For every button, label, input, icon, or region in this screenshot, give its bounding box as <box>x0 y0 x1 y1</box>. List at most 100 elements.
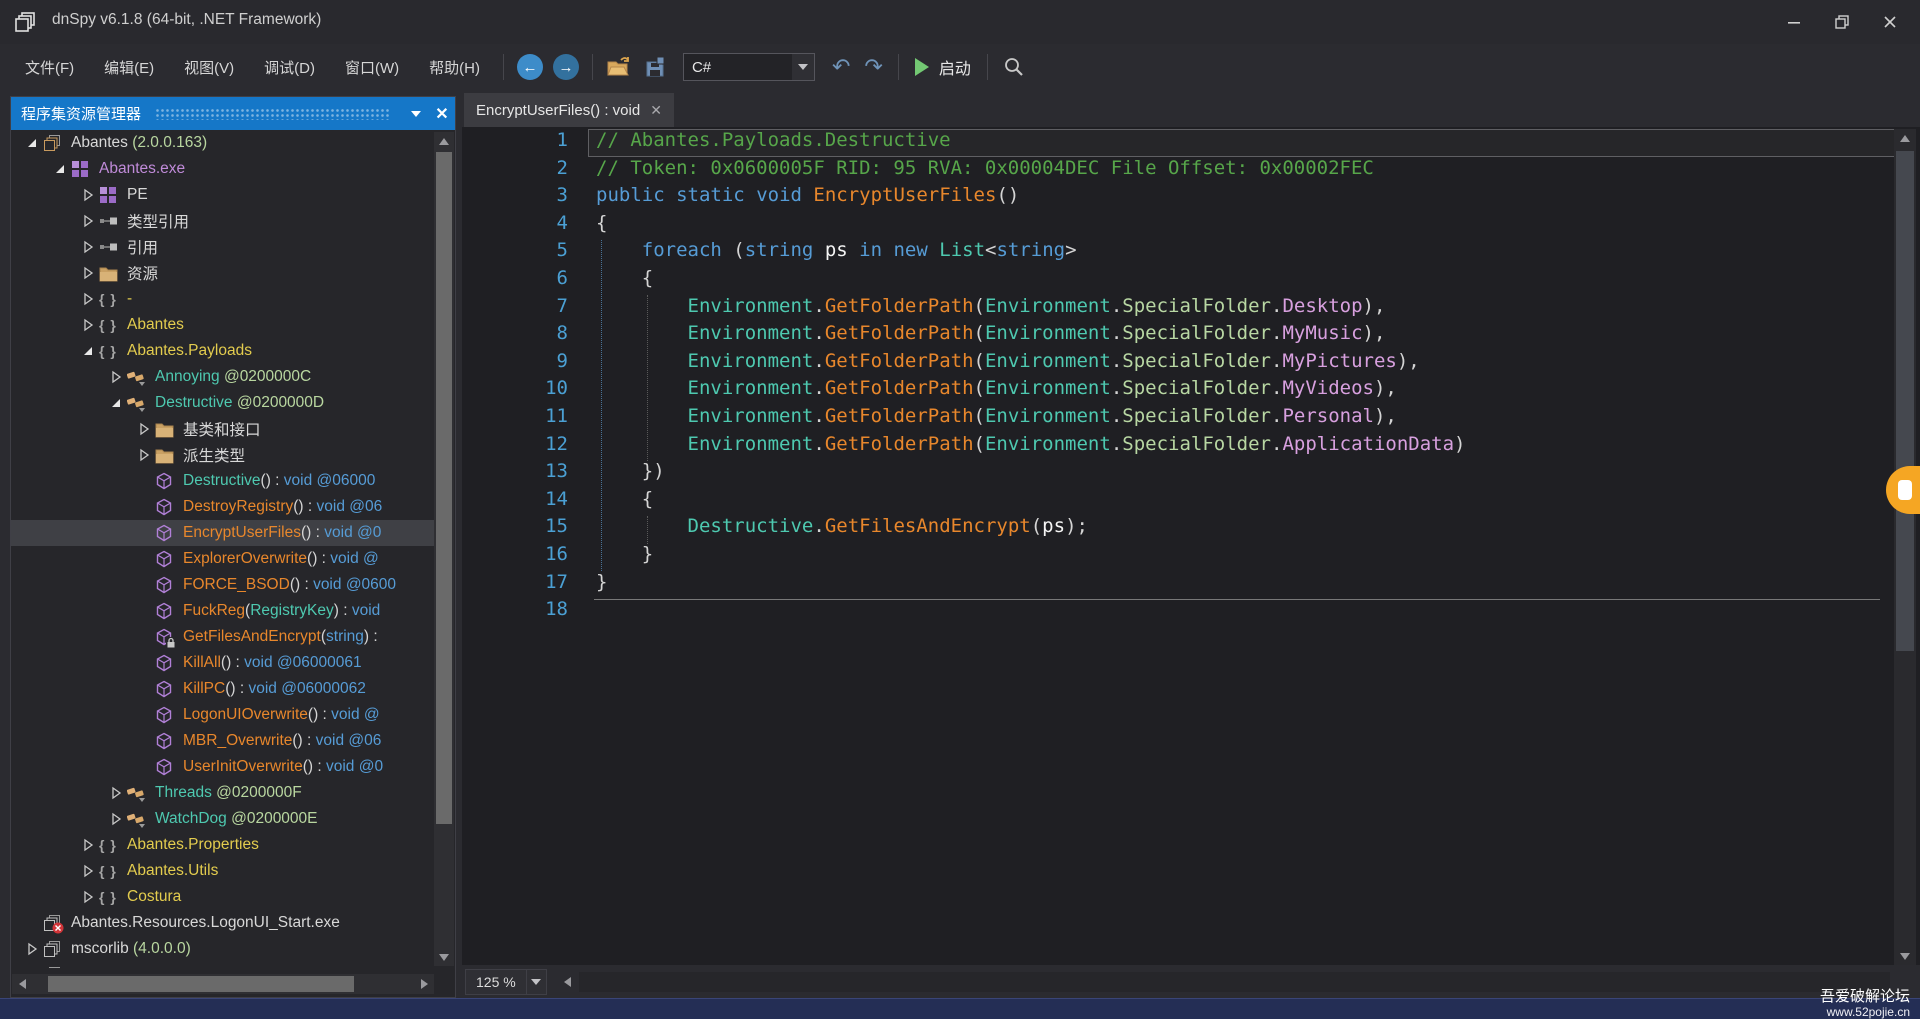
expand-icon[interactable] <box>77 292 99 306</box>
tree-item-mbr-overwrite[interactable]: MBR_Overwrite() : void @06 <box>11 728 435 754</box>
tree-item-abantes-properties[interactable]: { }Abantes.Properties <box>11 832 435 858</box>
code-line-12[interactable]: 12 Environment.GetFolderPath(Environment… <box>462 433 1886 461</box>
scroll-down-icon[interactable] <box>1894 947 1916 965</box>
minimize-button[interactable] <box>1770 0 1818 44</box>
expand-icon[interactable] <box>105 370 127 384</box>
tree-item-killpc[interactable]: KillPC() : void @06000062 <box>11 676 435 702</box>
navigate-back-icon[interactable]: ← <box>517 54 543 80</box>
tree-item-exploreroverwrite[interactable]: ExplorerOverwrite() : void @ <box>11 546 435 572</box>
tree-item-pe[interactable]: PE <box>11 182 435 208</box>
code-vscroll-thumb[interactable] <box>1896 151 1914 651</box>
tree-item-destructive[interactable]: Destructive() : void @06000 <box>11 468 435 494</box>
undo-icon[interactable]: ↶ <box>832 55 850 80</box>
expand-icon[interactable] <box>77 266 99 280</box>
tree-item-fuckreg[interactable]: FuckReg(RegistryKey) : void <box>11 598 435 624</box>
tree-item-encryptuserfiles[interactable]: EncryptUserFiles() : void @0 <box>11 520 435 546</box>
code-line-3[interactable]: 3public static void EncryptUserFiles() <box>462 184 1886 212</box>
tree-item-mscorlib[interactable]: mscorlib (4.0.0.0) <box>11 936 435 962</box>
tree-item-watchdog[interactable]: WatchDog @0200000E <box>11 806 435 832</box>
menu-h[interactable]: 帮助(H) <box>414 51 495 84</box>
expand-icon[interactable] <box>77 864 99 878</box>
tree-item-row[interactable]: { }- <box>11 286 435 312</box>
panel-menu-icon[interactable] <box>403 97 429 130</box>
tab-encryptuserfiles[interactable]: EncryptUserFiles() : void ✕ <box>464 93 674 127</box>
code-line-5[interactable]: 5 foreach (string ps in new List<string> <box>462 239 1886 267</box>
tree-item-threads[interactable]: Threads @0200000F <box>11 780 435 806</box>
code-line-16[interactable]: 16 } <box>462 543 1886 571</box>
code-line-17[interactable]: 17} <box>462 571 1886 599</box>
code-line-9[interactable]: 9 Environment.GetFolderPath(Environment.… <box>462 350 1886 378</box>
tree-item-killall[interactable]: KillAll() : void @06000061 <box>11 650 435 676</box>
scroll-left-icon[interactable] <box>12 975 32 993</box>
open-file-icon[interactable] <box>604 52 634 82</box>
code-view[interactable]: 1// Abantes.Payloads.Destructive2// Toke… <box>462 127 1886 965</box>
redo-icon[interactable]: ↷ <box>864 55 882 80</box>
language-select[interactable]: C# <box>683 53 815 81</box>
tree-item-logonuioverwrite[interactable]: LogonUIOverwrite() : void @ <box>11 702 435 728</box>
expand-icon[interactable] <box>21 942 43 956</box>
tree-item-基类和接口[interactable]: 基类和接口 <box>11 416 435 442</box>
tree-item-destroyregistry[interactable]: DestroyRegistry() : void @06 <box>11 494 435 520</box>
search-icon[interactable] <box>999 52 1029 82</box>
scroll-right-icon[interactable] <box>414 975 434 993</box>
expand-icon[interactable] <box>77 318 99 332</box>
code-line-10[interactable]: 10 Environment.GetFolderPath(Environment… <box>462 377 1886 405</box>
tree-item-abantes-exe[interactable]: Abantes.exe <box>11 156 435 182</box>
tree-item-abantes[interactable]: Abantes (2.0.0.163) <box>11 130 435 156</box>
menu-f[interactable]: 文件(F) <box>10 51 89 84</box>
code-line-18[interactable]: 18 <box>462 598 1886 626</box>
scroll-up-icon[interactable] <box>1894 129 1916 147</box>
tree-horizontal-scrollbar[interactable] <box>12 974 434 994</box>
tab-close-icon[interactable]: ✕ <box>650 102 662 119</box>
code-line-4[interactable]: 4{ <box>462 212 1886 240</box>
restore-button[interactable] <box>1818 0 1866 44</box>
collapse-icon[interactable] <box>105 397 127 409</box>
code-line-2[interactable]: 2// Token: 0x0600005F RID: 95 RVA: 0x000… <box>462 157 1886 185</box>
scroll-up-icon[interactable] <box>434 132 454 150</box>
expand-icon[interactable] <box>133 448 155 462</box>
expand-icon[interactable] <box>77 188 99 202</box>
panel-drag-grip[interactable] <box>155 108 389 120</box>
navigate-forward-icon[interactable]: → <box>553 54 579 80</box>
code-line-7[interactable]: 7 Environment.GetFolderPath(Environment.… <box>462 295 1886 323</box>
language-select-dropdown[interactable] <box>792 54 814 80</box>
expand-icon[interactable] <box>133 422 155 436</box>
panel-close-icon[interactable]: ✕ <box>429 97 455 130</box>
tree-item-abantes-payloads[interactable]: { }Abantes.Payloads <box>11 338 435 364</box>
tree-item-row[interactable] <box>11 962 435 968</box>
tree-item-userinitoverwrite[interactable]: UserInitOverwrite() : void @0 <box>11 754 435 780</box>
collapse-icon[interactable] <box>21 137 43 149</box>
close-button[interactable] <box>1866 0 1914 44</box>
menu-v[interactable]: 视图(V) <box>169 51 249 84</box>
menu-e[interactable]: 编辑(E) <box>89 51 169 84</box>
tree-item-getfilesandencrypt[interactable]: GetFilesAndEncrypt(string) : <box>11 624 435 650</box>
tree-item-派生类型[interactable]: 派生类型 <box>11 442 435 468</box>
scroll-down-icon[interactable] <box>434 948 454 966</box>
code-vertical-scrollbar[interactable] <box>1894 129 1916 965</box>
tree-vertical-scrollbar[interactable] <box>434 132 454 966</box>
tree-item-costura[interactable]: { }Costura <box>11 884 435 910</box>
tree-item-abantes[interactable]: { }Abantes <box>11 312 435 338</box>
start-debug-button[interactable]: 启动 <box>915 55 971 79</box>
collapse-icon[interactable] <box>49 163 71 175</box>
tree-hscroll-thumb[interactable] <box>48 976 354 992</box>
code-horizontal-scrollbar[interactable] <box>579 972 1890 992</box>
tree-item-资源[interactable]: 资源 <box>11 260 435 286</box>
code-line-13[interactable]: 13 }) <box>462 460 1886 488</box>
tree-vscroll-thumb[interactable] <box>436 152 452 824</box>
code-line-15[interactable]: 15 Destructive.GetFilesAndEncrypt(ps); <box>462 515 1886 543</box>
tree-item-类型引用[interactable]: 类型引用 <box>11 208 435 234</box>
expand-icon[interactable] <box>77 838 99 852</box>
expand-icon[interactable] <box>105 786 127 800</box>
collapse-icon[interactable] <box>77 345 99 357</box>
tree-item-annoying[interactable]: Annoying @0200000C <box>11 364 435 390</box>
code-line-6[interactable]: 6 { <box>462 267 1886 295</box>
zoom-select[interactable]: 125 % <box>465 969 547 995</box>
tree-item-引用[interactable]: 引用 <box>11 234 435 260</box>
code-line-1[interactable]: 1// Abantes.Payloads.Destructive <box>462 129 1886 157</box>
zoom-dropdown-icon[interactable] <box>526 970 546 994</box>
tree-item-abantes-resources-logonui-start-exe[interactable]: Abantes.Resources.LogonUI_Start.exe <box>11 910 435 936</box>
code-line-14[interactable]: 14 { <box>462 488 1886 516</box>
menu-w[interactable]: 窗口(W) <box>330 51 414 84</box>
tree-item-destructive[interactable]: Destructive @0200000D <box>11 390 435 416</box>
